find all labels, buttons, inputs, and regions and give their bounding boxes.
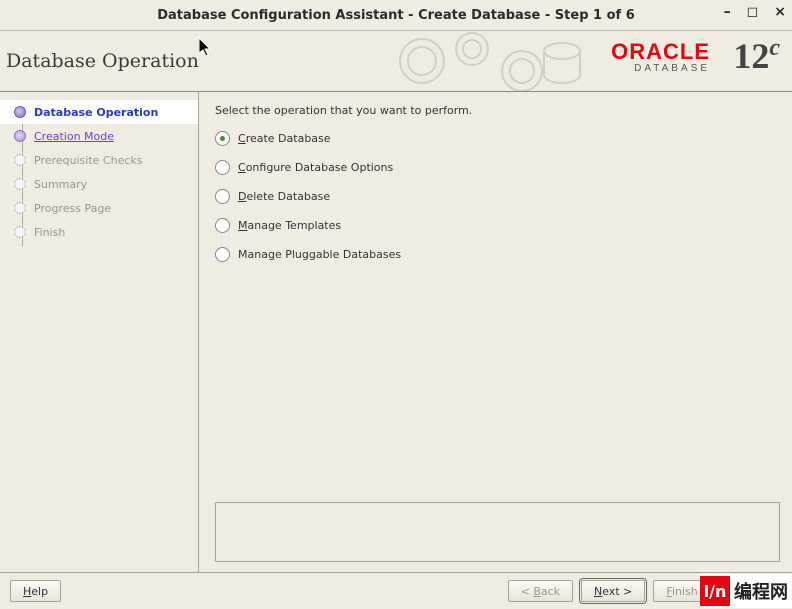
radio-icon[interactable] <box>215 131 230 146</box>
wizard-step-4: Progress Page <box>0 196 198 220</box>
watermark-text: 编程网 <box>734 578 788 604</box>
description-box <box>215 502 780 562</box>
operation-option-2[interactable]: Delete Database <box>215 189 780 204</box>
close-icon[interactable]: × <box>774 4 786 20</box>
step-label: Summary <box>34 178 87 191</box>
wizard-step-3: Summary <box>0 172 198 196</box>
watermark: l/n 编程网 <box>700 574 792 608</box>
step-bullet-icon <box>14 154 26 166</box>
operation-option-1[interactable]: Configure Database Options <box>215 160 780 175</box>
bottom-toolbar: Help < Back Next > Finish Cancel <box>0 572 792 609</box>
option-label: Manage Templates <box>238 219 341 232</box>
back-button: < Back <box>508 580 573 602</box>
wizard-sidebar: Database Operation Creation Mode Prerequis… <box>0 92 199 572</box>
step-bullet-icon <box>14 178 26 190</box>
step-bullet-icon <box>14 106 26 118</box>
step-label: Prerequisite Checks <box>34 154 142 167</box>
step-label: Progress Page <box>34 202 111 215</box>
step-label: Database Operation <box>34 106 158 119</box>
step-bullet-icon <box>14 226 26 238</box>
radio-icon[interactable] <box>215 160 230 175</box>
banner: Database Operation ORACLE DATABASE 12c <box>0 31 792 92</box>
operation-option-4[interactable]: Manage Pluggable Databases <box>215 247 780 262</box>
titlebar: Database Configuration Assistant - Creat… <box>0 0 792 31</box>
window-title: Database Configuration Assistant - Creat… <box>0 8 792 23</box>
step-label: Creation Mode <box>34 130 114 143</box>
radio-icon[interactable] <box>215 218 230 233</box>
help-button[interactable]: Help <box>10 580 61 602</box>
option-label: Delete Database <box>238 190 330 203</box>
logo-main: ORACLE <box>611 39 710 65</box>
banner-title: Database Operation <box>0 50 199 72</box>
option-label: Create Database <box>238 132 331 145</box>
next-button[interactable]: Next > <box>581 580 645 602</box>
banner-artwork <box>392 31 592 91</box>
operation-option-3[interactable]: Manage Templates <box>215 218 780 233</box>
wizard-step-5: Finish <box>0 220 198 244</box>
option-label: Configure Database Options <box>238 161 393 174</box>
step-label: Finish <box>34 226 65 239</box>
radio-icon[interactable] <box>215 189 230 204</box>
step-bullet-icon <box>14 202 26 214</box>
radio-icon[interactable] <box>215 247 230 262</box>
prompt-text: Select the operation that you want to pe… <box>215 104 780 117</box>
operation-option-0[interactable]: Create Database <box>215 131 780 146</box>
option-label: Manage Pluggable Databases <box>238 248 401 261</box>
oracle-logo: ORACLE DATABASE 12c <box>681 39 780 74</box>
main-panel: Select the operation that you want to pe… <box>199 92 792 572</box>
watermark-icon: l/n <box>700 576 730 606</box>
minimize-icon[interactable]: – <box>724 4 731 20</box>
wizard-step-0[interactable]: Database Operation <box>0 100 198 124</box>
logo-version: 12c <box>733 35 780 77</box>
maximize-icon[interactable]: ◻ <box>747 4 759 20</box>
wizard-step-2: Prerequisite Checks <box>0 148 198 172</box>
wizard-step-1[interactable]: Creation Mode <box>0 124 198 148</box>
app-window: Database Configuration Assistant - Creat… <box>0 0 792 609</box>
step-bullet-icon <box>14 130 26 142</box>
